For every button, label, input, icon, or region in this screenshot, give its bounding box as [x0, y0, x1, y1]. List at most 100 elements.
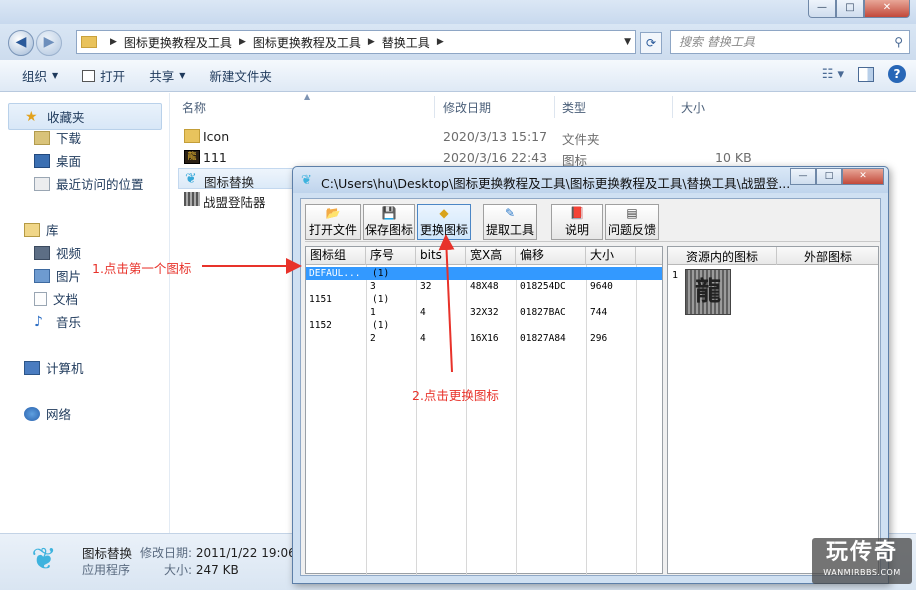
organize-button[interactable]: 组织 ▼: [10, 66, 70, 85]
table-row[interactable]: 1152 (1): [306, 319, 662, 332]
share-label: 共享: [149, 69, 175, 84]
column-header-index[interactable]: 序号: [366, 247, 416, 265]
close-button[interactable]: ✕: [864, 0, 910, 18]
refresh-icon[interactable]: ⟳: [640, 32, 662, 54]
book-icon: 📕: [569, 206, 585, 220]
column-header-size[interactable]: 大小: [681, 99, 705, 116]
help-icon[interactable]: ?: [888, 65, 906, 83]
save-icon-button[interactable]: 💾 保存图标: [363, 204, 415, 240]
sidebar-item-libraries[interactable]: 库: [24, 220, 59, 239]
eyedropper-icon: ✎: [504, 206, 516, 220]
table-cell: 1152: [309, 320, 332, 331]
column-header-resource-icons[interactable]: 资源内的图标: [686, 248, 758, 265]
sidebar-item-videos[interactable]: 视频: [34, 243, 81, 262]
view-options-icon[interactable]: ☷ ▾: [822, 67, 844, 82]
feedback-form-icon: ▤: [626, 206, 638, 220]
column-header-size[interactable]: 大小: [586, 247, 636, 265]
table-cell: 01827A84: [520, 333, 566, 344]
minimize-button[interactable]: —: [808, 0, 836, 18]
table-row[interactable]: 3 32 48X48 018254DC 9640: [306, 280, 662, 293]
dialog-minimize-button[interactable]: —: [790, 168, 816, 185]
column-divider[interactable]: [434, 96, 435, 118]
table-cell: 4: [420, 307, 426, 318]
preview-pane-icon[interactable]: [858, 66, 874, 82]
column-divider[interactable]: [672, 96, 673, 118]
table-row[interactable]: 1 4 32X32 01827BAC 744: [306, 306, 662, 319]
back-button[interactable]: ◀: [8, 30, 34, 56]
breadcrumb-item[interactable]: 图标更换教程及工具: [124, 34, 232, 51]
details-size-value: 247 KB: [195, 563, 239, 577]
column-header-type[interactable]: 类型: [562, 99, 586, 116]
maximize-button[interactable]: □: [836, 0, 864, 18]
table-cell: 018254DC: [520, 281, 566, 292]
new-folder-button[interactable]: 新建文件夹: [197, 66, 284, 85]
search-icon[interactable]: ⚲: [894, 31, 903, 53]
search-input[interactable]: 搜索 替换工具 ⚲: [670, 30, 910, 54]
column-divider[interactable]: [776, 247, 777, 265]
column-header-offset[interactable]: 偏移: [516, 247, 586, 265]
feedback-button[interactable]: ▤ 问题反馈: [605, 204, 659, 240]
sidebar-item-desktop[interactable]: 桌面: [34, 151, 81, 170]
sidebar-item-recent[interactable]: 最近访问的位置: [34, 174, 144, 193]
dialog-maximize-button[interactable]: □: [816, 168, 842, 185]
recent-places-icon: [34, 176, 50, 191]
sidebar-item-music[interactable]: ♪ 音乐: [34, 312, 81, 331]
replace-icon-button[interactable]: ◆ 更换图标: [417, 204, 471, 240]
file-name: Icon: [203, 129, 230, 144]
file-row[interactable]: Icon 2020/3/13 15:17 文件夹: [178, 126, 778, 147]
sidebar-item-pictures[interactable]: 图片: [34, 266, 81, 285]
sidebar-item-computer[interactable]: 计算机: [24, 358, 84, 377]
dialog-title: C:\Users\hu\Desktop\图标更换教程及工具\图标更换教程及工具\…: [321, 176, 791, 191]
table-row[interactable]: 2 4 16X16 01827A84 296: [306, 332, 662, 345]
details-name: 图标替换: [82, 546, 133, 561]
address-row: ◀ ▶ ▶ 图标更换教程及工具 ▶ 图标更换教程及工具 ▶ 替换工具 ▶ ▼ ⟳…: [0, 24, 916, 60]
column-header-modified[interactable]: 修改日期: [443, 99, 491, 116]
file-name: 战盟登陆器: [203, 195, 266, 210]
dialog-toolbar: 📂 打开文件 💾 保存图标 ◆ 更换图标 ✎ 提取工具 📕 说明 ▤ 问题反馈: [305, 202, 880, 242]
computer-icon: [24, 360, 40, 375]
file-modified: 2020/3/13 15:17: [443, 129, 548, 144]
file-modified: 2020/3/16 22:43: [443, 150, 548, 165]
open-folder-icon: 📂: [325, 206, 341, 220]
sidebar-item-label: 库: [46, 223, 59, 238]
button-label: 打开文件: [308, 223, 357, 237]
details-modified: 修改日期: 2011/1/22 19:06: [140, 544, 296, 561]
breadcrumb-item[interactable]: 替换工具: [382, 34, 430, 51]
table-row[interactable]: DEFAUL... (1): [306, 267, 662, 280]
sidebar-item-favorites[interactable]: ★ 收藏夹: [8, 103, 162, 130]
sidebar-item-network[interactable]: 网络: [24, 404, 71, 423]
column-header-dimensions[interactable]: 宽X高: [466, 247, 516, 265]
breadcrumb-item[interactable]: 图标更换教程及工具: [253, 34, 361, 51]
column-header-bits[interactable]: bits: [416, 247, 466, 265]
extract-tool-button[interactable]: ✎ 提取工具: [483, 204, 537, 240]
icon-replacer-window: ❦ C:\Users\hu\Desktop\图标更换教程及工具\图标更换教程及工…: [292, 166, 889, 584]
dragon-icon-preview[interactable]: 龍: [685, 269, 731, 315]
video-icon: [34, 245, 50, 260]
sidebar-item-label: 音乐: [56, 315, 82, 330]
annotation-step-1: 1.点击第一个图标: [92, 261, 192, 276]
readme-button[interactable]: 📕 说明: [551, 204, 603, 240]
dialog-close-button[interactable]: ✕: [842, 168, 884, 185]
app-icon: ❦: [301, 173, 312, 188]
column-header-group[interactable]: 图标组: [306, 247, 366, 265]
column-divider[interactable]: [554, 96, 555, 118]
details-size-label: 大小:: [164, 563, 193, 577]
folder-icon: [81, 36, 97, 48]
open-button[interactable]: 打开: [70, 66, 137, 85]
sidebar-item-downloads[interactable]: 下载: [34, 128, 81, 147]
column-header-name[interactable]: 名称: [182, 99, 206, 116]
watermark-url: WANMIRBBS.COM: [823, 568, 901, 577]
forward-button[interactable]: ▶: [36, 30, 62, 56]
open-file-button[interactable]: 📂 打开文件: [305, 204, 361, 240]
column-header-external-icons[interactable]: 外部图标: [804, 248, 852, 265]
sidebar-item-documents[interactable]: 文档: [34, 289, 78, 308]
table-cell: 32X32: [470, 307, 499, 318]
share-button[interactable]: 共享 ▼: [137, 66, 197, 85]
file-row[interactable]: 龍 111 2020/3/16 22:43 图标 10 KB: [178, 147, 778, 168]
dialog-body: 📂 打开文件 💾 保存图标 ◆ 更换图标 ✎ 提取工具 📕 说明 ▤ 问题反馈: [300, 198, 881, 576]
table-row[interactable]: 1151 (1): [306, 293, 662, 306]
address-dropdown-icon[interactable]: ▼: [624, 37, 631, 47]
dialog-titlebar: ❦ C:\Users\hu\Desktop\图标更换教程及工具\图标更换教程及工…: [293, 167, 888, 193]
sidebar-item-label: 视频: [56, 246, 82, 261]
address-bar[interactable]: ▶ 图标更换教程及工具 ▶ 图标更换教程及工具 ▶ 替换工具 ▶ ▼: [76, 30, 636, 54]
